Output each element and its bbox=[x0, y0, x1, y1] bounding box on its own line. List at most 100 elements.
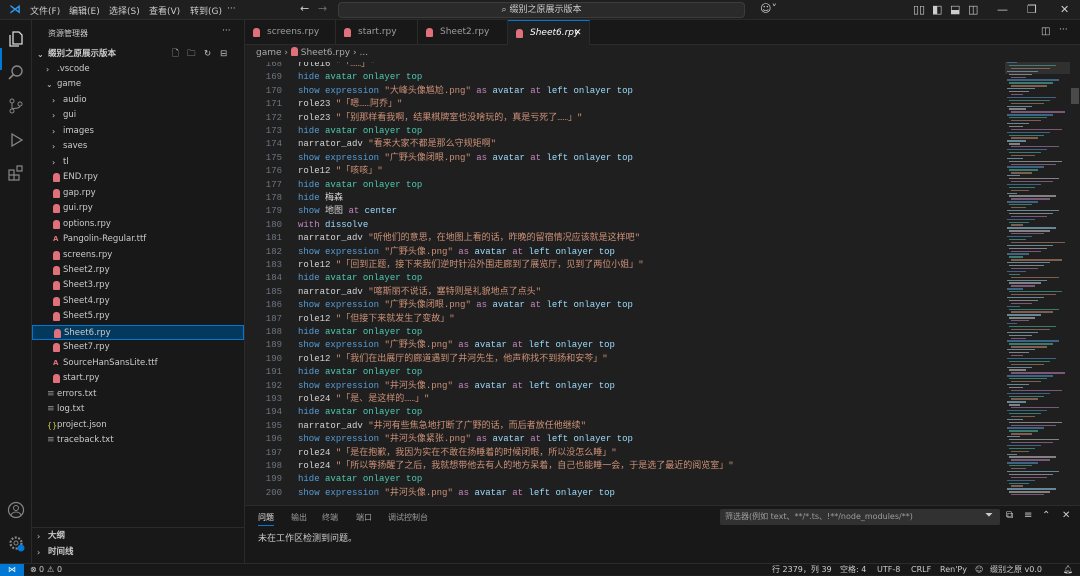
tree-item[interactable]: › images bbox=[32, 124, 244, 139]
tree-item[interactable]: Sheet3.rpy bbox=[32, 278, 244, 293]
refresh-icon[interactable]: ↻ bbox=[204, 47, 211, 62]
menu-file[interactable]: 文件(F) bbox=[30, 4, 60, 17]
encoding[interactable]: UTF-8 bbox=[877, 564, 900, 575]
collapse-all-icon[interactable]: ⧉ bbox=[1006, 510, 1013, 521]
menu-selection[interactable]: 选择(S) bbox=[109, 4, 140, 17]
toggle-sidebar-icon[interactable]: ◧ bbox=[932, 3, 942, 16]
tree-item[interactable]: › .vscode bbox=[32, 62, 244, 77]
tab-sheet2[interactable]: Sheet2.rpy bbox=[418, 20, 508, 45]
tree-item[interactable]: start.rpy bbox=[32, 371, 244, 386]
minimap-viewport[interactable] bbox=[1005, 62, 1070, 74]
explorer-icon[interactable] bbox=[7, 30, 25, 48]
copilot-status-icon[interactable]: ☺ bbox=[975, 564, 983, 575]
remote-indicator-icon[interactable]: ⋈ bbox=[0, 564, 24, 576]
tree-item[interactable]: ≡ errors.txt bbox=[32, 387, 244, 402]
toggle-secondary-sidebar-icon[interactable]: ◫ bbox=[968, 3, 978, 16]
tree-item[interactable]: A Pangolin-Regular.ttf bbox=[32, 232, 244, 247]
code-editor[interactable]: 168 role16 "「……」" 169 hide avatar onlayer t… bbox=[245, 62, 1005, 505]
minimap-line bbox=[1009, 178, 1059, 180]
tree-item[interactable]: › audio bbox=[32, 93, 244, 108]
panel-tab-problems[interactable]: 问题 bbox=[258, 512, 274, 526]
extensions-icon[interactable] bbox=[7, 164, 25, 182]
view-as-list-icon[interactable]: ≡ bbox=[1024, 510, 1032, 521]
panel-tab-ports[interactable]: 端口 bbox=[356, 512, 372, 523]
tree-item[interactable]: options.rpy bbox=[32, 217, 244, 232]
scrollbar-thumb[interactable] bbox=[1071, 88, 1079, 104]
tree-item[interactable]: gui.rpy bbox=[32, 201, 244, 216]
warning-icon[interactable]: ⚠ bbox=[47, 564, 54, 575]
tree-item[interactable]: › tl bbox=[32, 155, 244, 170]
breadcrumb-folder[interactable]: game bbox=[256, 48, 282, 58]
tree-item[interactable]: Sheet5.rpy bbox=[32, 309, 244, 324]
command-center-search[interactable]: ⌕ 缀别之原展示版本 bbox=[338, 2, 745, 18]
tree-item-label: gui.rpy bbox=[63, 203, 93, 214]
explorer-more-button[interactable]: ··· bbox=[222, 26, 231, 36]
source-control-icon[interactable] bbox=[7, 97, 25, 115]
notifications-bell-icon[interactable]: 🔔︎ bbox=[1063, 564, 1073, 575]
vertical-scrollbar[interactable] bbox=[1070, 62, 1080, 505]
code-text: role24 "「所以等扬醒了之后，我就想带他去有人的地方呆着，自己也能睡一会，… bbox=[298, 460, 734, 473]
minimap[interactable] bbox=[1005, 62, 1070, 505]
minimize-icon[interactable]: — bbox=[997, 3, 1008, 16]
tree-item[interactable]: gap.rpy bbox=[32, 186, 244, 201]
account-icon[interactable] bbox=[7, 501, 25, 519]
tree-item[interactable]: ≡ traceback.txt bbox=[32, 433, 244, 448]
tree-item[interactable]: ⌄ game bbox=[32, 77, 244, 92]
tree-item[interactable]: Sheet7.rpy bbox=[32, 340, 244, 355]
manage-gear-icon[interactable] bbox=[7, 534, 25, 552]
tree-item[interactable]: Sheet6.rpy bbox=[32, 324, 244, 340]
tab-screens[interactable]: screens.rpy bbox=[245, 20, 336, 45]
panel-tab-output[interactable]: 输出 bbox=[291, 512, 307, 523]
language-mode[interactable]: Ren'Py bbox=[940, 564, 967, 575]
project-root[interactable]: ⌄ 缀别之原展示版本 🗋 🗀 ↻ ⊟ bbox=[32, 47, 244, 62]
minimap-line bbox=[1007, 296, 1044, 299]
run-debug-icon[interactable] bbox=[7, 131, 25, 149]
cursor-position[interactable]: 行 2379，列 39 bbox=[772, 564, 832, 575]
tree-item[interactable]: › saves bbox=[32, 139, 244, 154]
tree-item[interactable]: › gui bbox=[32, 108, 244, 123]
copilot-icon[interactable]: ☺˅ bbox=[760, 2, 777, 15]
search-icon[interactable] bbox=[7, 64, 25, 82]
errors-icon[interactable]: ⊗ bbox=[30, 564, 37, 575]
split-editor-icon[interactable]: ◫ bbox=[1041, 26, 1050, 37]
menu-more[interactable]: ··· bbox=[227, 4, 236, 14]
close-window-icon[interactable]: ✕ bbox=[1060, 3, 1069, 16]
close-panel-icon[interactable]: ✕ bbox=[1062, 510, 1070, 521]
tree-item[interactable]: END.rpy bbox=[32, 170, 244, 185]
menu-go[interactable]: 转到(G) bbox=[190, 4, 222, 17]
new-folder-icon[interactable]: 🗀 bbox=[187, 47, 196, 62]
close-tab-icon[interactable]: ✕ bbox=[574, 21, 582, 46]
tab-sheet6[interactable]: Sheet6.rpy ✕ bbox=[508, 20, 590, 45]
line-ending[interactable]: CRLF bbox=[911, 564, 931, 575]
warning-count[interactable]: 0 bbox=[57, 564, 62, 575]
back-arrow-icon[interactable]: ← bbox=[300, 2, 309, 15]
maximize-icon[interactable]: ❐ bbox=[1027, 3, 1037, 16]
tree-item[interactable]: A SourceHanSansLite.ttf bbox=[32, 356, 244, 371]
menu-edit[interactable]: 编辑(E) bbox=[69, 4, 100, 17]
tree-item[interactable]: Sheet4.rpy bbox=[32, 294, 244, 309]
error-count[interactable]: 0 bbox=[39, 564, 44, 575]
new-file-icon[interactable]: 🗋 bbox=[172, 47, 179, 62]
breadcrumb-symbol[interactable]: ... bbox=[359, 48, 368, 58]
timeline-section[interactable]: › 时间线 bbox=[32, 545, 244, 560]
problems-filter-input[interactable]: 筛选器(例如 text、**/*.ts、!**/node_modules/**) bbox=[720, 509, 1000, 525]
tab-start[interactable]: start.rpy bbox=[336, 20, 418, 45]
menu-view[interactable]: 查看(V) bbox=[149, 4, 180, 17]
indentation[interactable]: 空格: 4 bbox=[840, 564, 866, 575]
breadcrumb-file[interactable]: Sheet6.rpy bbox=[301, 48, 350, 58]
tree-item[interactable]: screens.rpy bbox=[32, 248, 244, 263]
tree-item[interactable]: {} project.json bbox=[32, 418, 244, 433]
panel-tab-terminal[interactable]: 终端 bbox=[322, 512, 338, 523]
editor-more-icon[interactable]: ··· bbox=[1059, 25, 1068, 35]
forward-arrow-icon[interactable]: → bbox=[318, 2, 327, 15]
tree-item[interactable]: Sheet2.rpy bbox=[32, 263, 244, 278]
maximize-panel-icon[interactable]: ⌃ bbox=[1042, 510, 1050, 521]
filter-icon[interactable]: ⏷ bbox=[985, 510, 993, 521]
renpy-project[interactable]: 缀别之原 v0.0 bbox=[990, 564, 1042, 575]
toggle-panel-icon[interactable]: ⬓ bbox=[950, 3, 960, 16]
collapse-all-icon[interactable]: ⊟ bbox=[220, 47, 227, 62]
customize-layout-icon[interactable]: ▯▯ bbox=[913, 3, 925, 16]
tree-item[interactable]: ≡ log.txt bbox=[32, 402, 244, 417]
panel-tab-debug-console[interactable]: 调试控制台 bbox=[388, 512, 428, 523]
outline-section[interactable]: › 大纲 bbox=[32, 529, 244, 544]
